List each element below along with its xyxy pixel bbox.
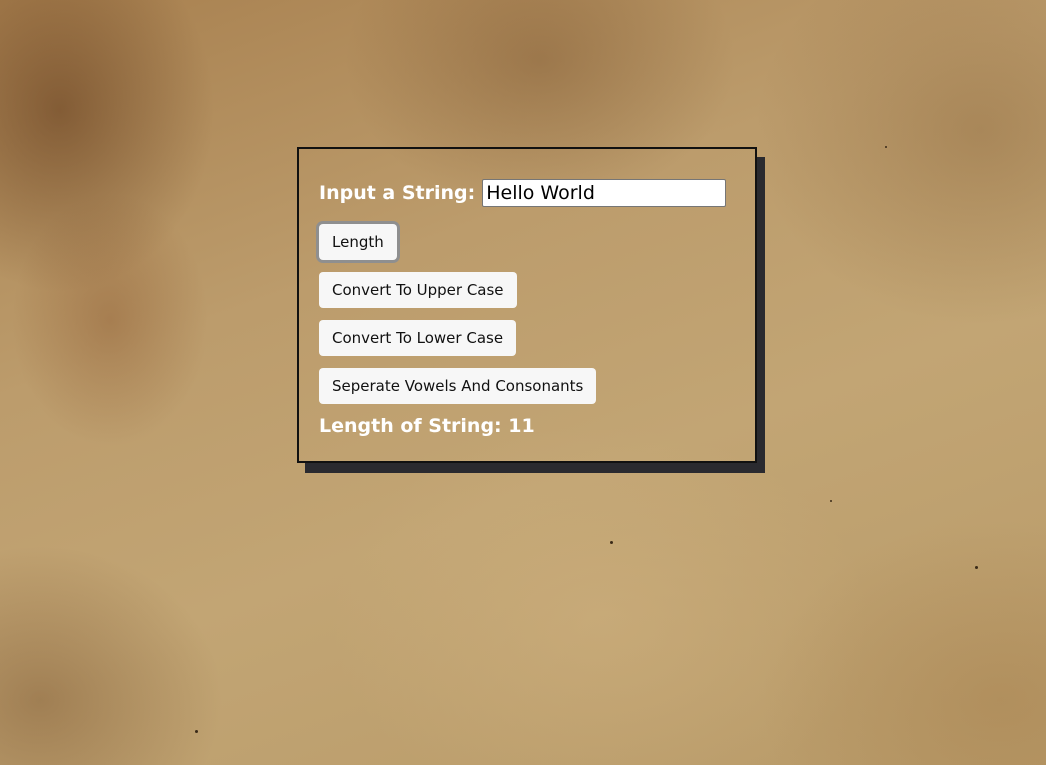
input-row: Input a String: bbox=[319, 179, 727, 207]
paper-speck bbox=[610, 541, 613, 544]
input-label: Input a String: bbox=[319, 182, 476, 204]
result-text: Length of String: 11 bbox=[319, 415, 535, 437]
length-button[interactable]: Length bbox=[319, 224, 397, 260]
paper-speck bbox=[975, 566, 978, 569]
separate-vowels-button[interactable]: Seperate Vowels And Consonants bbox=[319, 368, 597, 404]
paper-speck bbox=[195, 730, 198, 733]
paper-speck bbox=[830, 500, 832, 502]
upper-case-button[interactable]: Convert To Upper Case bbox=[319, 272, 517, 308]
string-tools-panel: Input a String: Length Convert To Upper … bbox=[297, 147, 757, 463]
result-value: 11 bbox=[508, 415, 535, 437]
lower-case-button[interactable]: Convert To Lower Case bbox=[319, 320, 517, 356]
string-input[interactable] bbox=[482, 179, 727, 207]
paper-speck bbox=[885, 146, 887, 148]
result-label: Length of String: bbox=[319, 415, 502, 437]
